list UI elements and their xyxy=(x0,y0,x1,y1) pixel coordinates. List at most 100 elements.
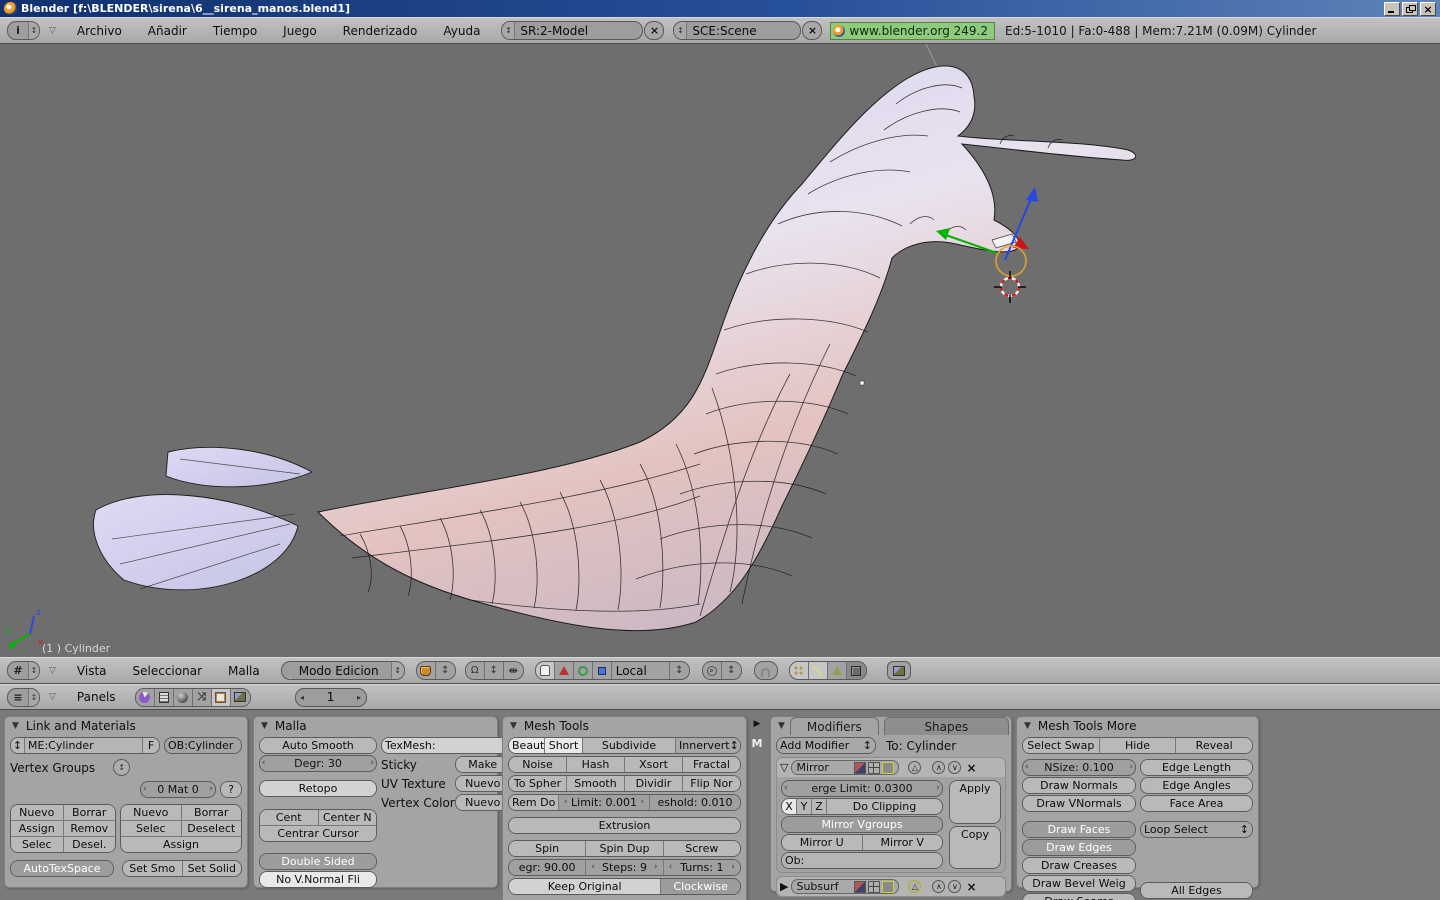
menu-anadir[interactable]: Añadir xyxy=(135,24,200,38)
vgroup-delete-button[interactable]: Borrar xyxy=(64,805,116,820)
scene-context-button[interactable] xyxy=(231,689,250,706)
fake-user-button[interactable]: F xyxy=(143,738,159,753)
modifier-apply-button[interactable]: Apply xyxy=(950,781,1000,823)
add-modifier-dropdown[interactable]: Add Modifier↕ xyxy=(777,738,875,753)
draw-normals-toggle[interactable]: Draw Normals xyxy=(1023,778,1135,793)
close-button[interactable]: × xyxy=(1420,2,1436,16)
collapsed-panel-tab[interactable]: ▶ M xyxy=(748,716,766,894)
modifier-realtime-toggle[interactable] xyxy=(868,762,880,774)
rem-doubles-button[interactable]: Rem Do xyxy=(509,795,559,810)
draw-creases-toggle[interactable]: Draw Creases xyxy=(1023,858,1135,873)
material-deselect-button[interactable]: Deselect xyxy=(182,821,242,836)
select-swap-button[interactable]: Select Swap xyxy=(1023,738,1100,753)
draw-seams-toggle[interactable]: Draw Seams xyxy=(1023,894,1135,900)
edge-select-button[interactable] xyxy=(809,662,828,679)
mirror-axis-x-toggle[interactable]: X xyxy=(782,799,797,814)
menu-archivo[interactable]: Archivo xyxy=(64,24,135,38)
mesh-name-field[interactable]: ME:Cylinder xyxy=(25,738,143,753)
menu-renderizado[interactable]: Renderizado xyxy=(330,24,431,38)
shading-context-button[interactable] xyxy=(174,689,193,706)
draw-type-dropdown[interactable]: ↕ xyxy=(416,661,456,680)
threshold-field[interactable]: eshold: 0.010 xyxy=(650,795,740,810)
mesh-browse-icon[interactable]: ↕ xyxy=(11,738,25,753)
mirror-axis-y-toggle[interactable]: Y xyxy=(797,799,812,814)
hash-button[interactable]: Hash xyxy=(567,757,625,772)
frame-prev-icon[interactable]: ◂ xyxy=(296,689,309,706)
orientation-dropdown[interactable]: Local xyxy=(612,662,670,679)
object-context-button[interactable]: ⤨ xyxy=(193,689,212,706)
menu-seleccionar[interactable]: Seleccionar xyxy=(120,664,215,678)
menu-malla[interactable]: Malla xyxy=(215,664,273,678)
panel-collapse-icon[interactable]: ▼ xyxy=(778,721,785,731)
panels-menu[interactable]: Panels xyxy=(64,690,129,704)
mirror-object-field[interactable]: Ob: xyxy=(782,853,942,868)
modifier-name-field[interactable]: Mirror xyxy=(791,760,899,775)
flip-normals-button[interactable]: Flip Nor xyxy=(683,776,740,791)
editing-context-button[interactable] xyxy=(212,689,231,706)
screen-selector[interactable]: ↕ SR:2-Model xyxy=(501,21,643,40)
to-sphere-button[interactable]: To Spher xyxy=(509,776,567,791)
spin-button[interactable]: Spin xyxy=(509,841,586,856)
manipulator-z-arrow[interactable] xyxy=(1026,187,1038,202)
degr-field[interactable]: Degr: 30 xyxy=(268,756,369,771)
split-button[interactable]: Dividir xyxy=(625,776,683,791)
material-help-button[interactable]: ? xyxy=(221,782,241,797)
panel-malla[interactable]: ▼ Malla Auto Smooth ‹ Degr: 30 › Retopo … xyxy=(253,716,498,888)
mirror-v-toggle[interactable]: Mirror V xyxy=(863,835,943,850)
proportional-edit-dropdown[interactable]: ↕ xyxy=(702,661,742,680)
set-smooth-button[interactable]: Set Smo xyxy=(123,861,183,876)
window-type-dropdown[interactable]: i ↕ xyxy=(7,21,40,40)
degr-increment-icon[interactable]: › xyxy=(368,756,376,771)
vgroup-select-button[interactable]: Selec xyxy=(11,837,64,852)
menu-tiempo[interactable]: Tiempo xyxy=(200,24,270,38)
panel-collapse-icon[interactable]: ▼ xyxy=(12,721,19,731)
do-clipping-toggle[interactable]: Do Clipping xyxy=(827,799,942,814)
double-sided-toggle[interactable]: Double Sided xyxy=(260,854,376,869)
material-assign-button[interactable]: Assign xyxy=(121,837,241,852)
screw-button[interactable]: Screw xyxy=(664,841,740,856)
material-delete-button[interactable]: Borrar xyxy=(182,805,242,820)
selected-vertex[interactable] xyxy=(860,381,864,385)
short-toggle[interactable]: Short xyxy=(545,738,583,753)
pivot-align-icon[interactable]: ⇹ xyxy=(504,662,523,679)
view3d-window-type-dropdown[interactable]: # ↕ xyxy=(7,661,40,680)
menu-vista[interactable]: Vista xyxy=(64,664,120,678)
modifier-collapse-icon[interactable]: ▽ xyxy=(780,761,788,774)
degr-decrement-icon[interactable]: ‹ xyxy=(260,756,268,771)
modifier-editmode-toggle[interactable] xyxy=(882,762,894,774)
smooth-button[interactable]: Smooth xyxy=(567,776,625,791)
modifier-expand-icon[interactable]: ▶ xyxy=(780,880,788,893)
merge-limit-increment-icon[interactable]: › xyxy=(934,781,942,796)
scale-manipulator-button[interactable] xyxy=(593,662,612,679)
degrees-field[interactable]: egr: 90.00 xyxy=(509,860,586,875)
restore-button[interactable] xyxy=(1402,2,1418,16)
nsize-decrement-icon[interactable]: ‹ xyxy=(1023,760,1031,775)
menu-ayuda[interactable]: Ayuda xyxy=(430,24,493,38)
modifier-move-down-button[interactable]: ∨ xyxy=(948,880,961,893)
modifier-move-up-button[interactable]: ∧ xyxy=(932,880,945,893)
modifier-copy-button[interactable]: Copy xyxy=(950,827,1000,869)
merge-limit-decrement-icon[interactable]: ‹ xyxy=(782,781,790,796)
modifier-render-toggle[interactable] xyxy=(854,881,866,893)
manipulator-toggle-button[interactable] xyxy=(536,662,555,679)
menu-juego[interactable]: Juego xyxy=(270,24,330,38)
scene-delete-button[interactable]: × xyxy=(802,21,822,40)
viewport-3d[interactable]: z x y (1 ) Cylinder xyxy=(0,44,1440,657)
panel-link-and-materials[interactable]: ▼ Link and Materials ↕ ME:Cylinder F OB:… xyxy=(4,716,248,888)
tab-modifiers[interactable]: Modifiers xyxy=(790,717,879,735)
minimize-button[interactable] xyxy=(1384,2,1400,16)
centre-new-button[interactable]: Center N xyxy=(319,810,377,825)
panel-mesh-tools[interactable]: ▼ Mesh Tools Beaut Short Subdivide Inner… xyxy=(502,716,747,900)
reveal-button[interactable]: Reveal xyxy=(1176,738,1252,753)
vertex-group-menu-button[interactable]: ↕ xyxy=(113,759,130,776)
mirror-u-toggle[interactable]: Mirror U xyxy=(782,835,863,850)
mat-prev-icon[interactable]: ‹ xyxy=(141,782,149,797)
occlude-geometry-button[interactable] xyxy=(847,662,866,679)
mode-dropdown[interactable]: Modo Edicion ↕ xyxy=(281,661,405,680)
vertex-select-button[interactable] xyxy=(790,662,809,679)
draw-edges-toggle[interactable]: Draw Edges xyxy=(1023,840,1135,855)
pivot-dropdown[interactable]: Ω ↕ ⇹ xyxy=(465,661,524,680)
screen-delete-button[interactable]: × xyxy=(644,21,664,40)
collapse-triangle-icon[interactable]: ▽ xyxy=(49,26,56,36)
innervert-dropdown[interactable]: Innervert↕ xyxy=(676,738,740,753)
